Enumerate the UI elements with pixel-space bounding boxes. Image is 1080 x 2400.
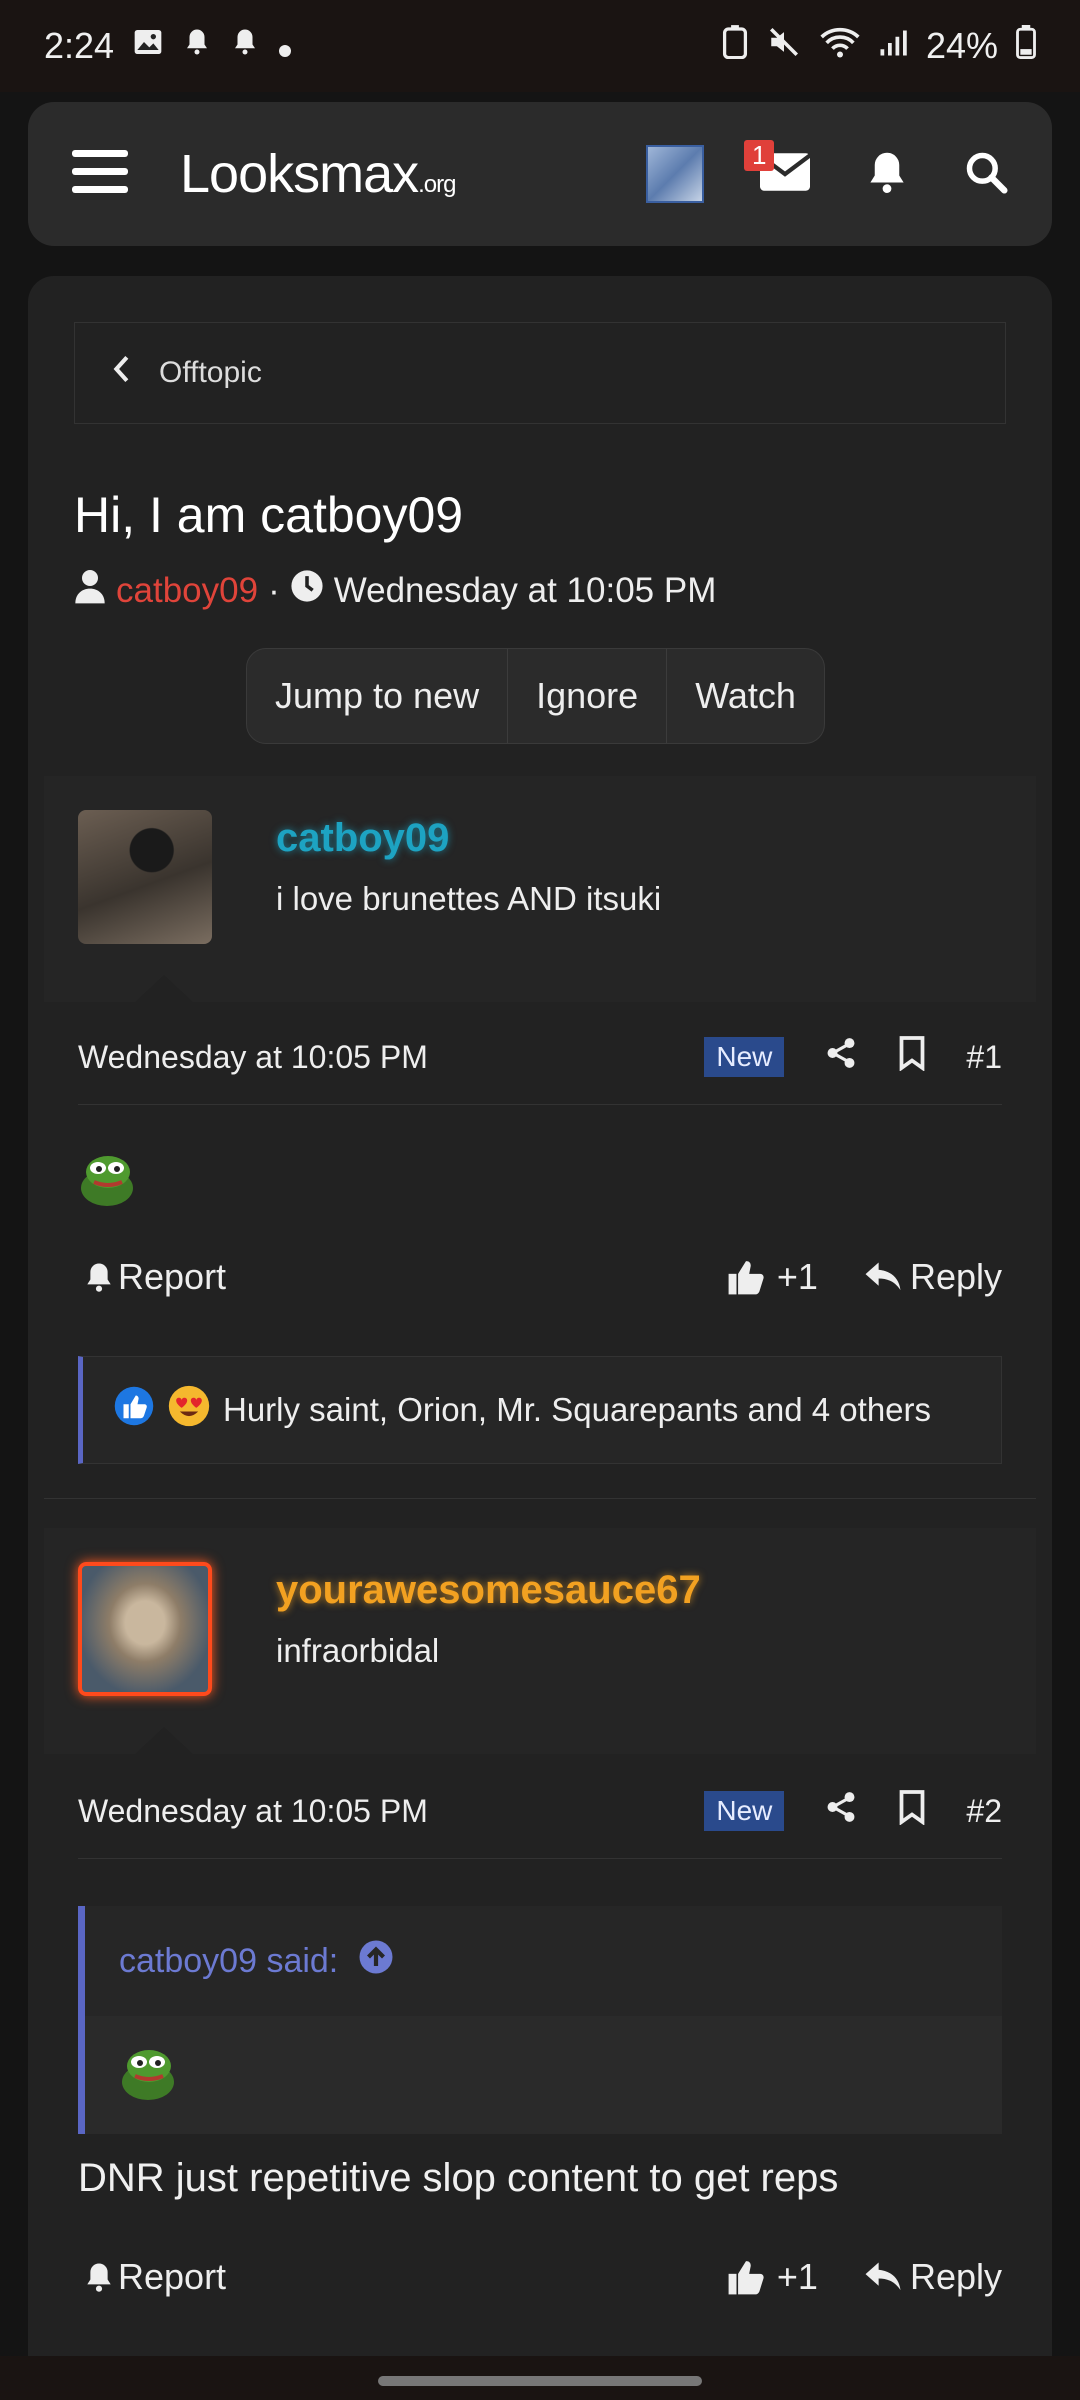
post-1-info-bar: Wednesday at 10:05 PM New #1 (78, 1010, 1002, 1105)
share-icon[interactable] (824, 1789, 858, 1833)
envelope-icon (758, 152, 812, 196)
post-1-reactions-bar[interactable]: Hurly saint, Orion, Mr. Squarepants and … (78, 1356, 1002, 1464)
report-label: Report (118, 1256, 227, 1297)
battery-percent: 24% (925, 25, 998, 66)
quote-pepe-emoji (119, 2046, 177, 2105)
post-1-username[interactable]: catboy09 (276, 816, 449, 861)
post-2-body-text: DNR just repetitive slop content to get … (78, 2156, 839, 2200)
thread-action-buttons: Jump to new Ignore Watch (246, 648, 825, 744)
post-2-quote-block: catboy09 said: (78, 1906, 1002, 2134)
post-1-avatar[interactable] (78, 810, 212, 944)
like-reaction-icon (113, 1385, 155, 1435)
post-1-reply-button[interactable]: Reply (864, 1256, 1002, 1298)
meta-separator: · (268, 570, 280, 610)
post-2-report-button[interactable]: Report (84, 2256, 226, 2298)
status-time: 2:24 (44, 25, 115, 66)
post-1-actions: Report +1 Reply (84, 1256, 1002, 1298)
post-1-user-panel: catboy09 i love brunettes AND itsuki (44, 776, 1036, 1003)
post-2-reply-button[interactable]: Reply (864, 2256, 1002, 2298)
thread-meta: catboy09 · Wednesday at 10:05 PM (74, 568, 716, 613)
post-1-number[interactable]: #1 (966, 1039, 1002, 1076)
alerts-bell-icon[interactable] (866, 149, 908, 200)
inbox-badge: 1 (744, 139, 775, 171)
quote-body (85, 2016, 1002, 2134)
bell-notification-icon (182, 25, 212, 67)
arrow-up-circle-icon[interactable] (358, 1939, 394, 1984)
logo-suffix: .org (418, 171, 456, 198)
inbox-button[interactable]: 1 (744, 139, 812, 197)
site-logo[interactable]: Looksmax.org (180, 143, 456, 205)
quote-header[interactable]: catboy09 said: (85, 1906, 1002, 2016)
bookmark-icon[interactable] (898, 1789, 926, 1833)
post-2-number[interactable]: #2 (966, 1793, 1002, 1830)
post-1-pepe-emoji (78, 1152, 136, 1211)
post-2-info-bar: Wednesday at 10:05 PM New #2 (78, 1764, 1002, 1859)
post-1-date[interactable]: Wednesday at 10:05 PM (78, 1039, 428, 1076)
reactions-text: Hurly saint, Orion, Mr. Squarepants and … (223, 1391, 932, 1428)
post-1-new-badge: New (704, 1037, 785, 1077)
user-avatar[interactable] (646, 145, 704, 203)
post-1-report-button[interactable]: Report (84, 1256, 226, 1298)
panel-notch (134, 975, 194, 1003)
reply-arrow-icon (865, 1262, 901, 1291)
report-label: Report (118, 2256, 227, 2297)
thread-title: Hi, I am catboy09 (74, 487, 464, 543)
dot-icon (278, 25, 292, 67)
watch-button[interactable]: Watch (667, 649, 824, 743)
post-1-user-title: i love brunettes AND itsuki (276, 880, 662, 917)
reply-arrow-icon (865, 2262, 901, 2291)
home-indicator[interactable] (378, 2376, 702, 2386)
post-2-like-button[interactable]: +1 (727, 2256, 818, 2298)
search-icon[interactable] (964, 150, 1008, 199)
post-2-date[interactable]: Wednesday at 10:05 PM (78, 1793, 428, 1830)
post-2-user-title: infraorbidal (276, 1632, 440, 1669)
love-eyes-reaction-icon (167, 1384, 211, 1436)
bookmark-icon[interactable] (898, 1035, 926, 1079)
ignore-button[interactable]: Ignore (508, 649, 668, 743)
panel-notch (134, 1727, 194, 1755)
thread-author-link[interactable]: catboy09 (116, 571, 258, 611)
report-bell-icon (87, 2263, 111, 2292)
share-icon[interactable] (824, 1035, 858, 1079)
post-2-actions: Report +1 Reply (84, 2256, 1002, 2298)
site-header: Looksmax.org 1 (28, 102, 1052, 246)
reply-label: Reply (909, 2256, 1002, 2297)
battery-saver-icon (722, 24, 748, 68)
post-2-avatar[interactable] (78, 1562, 212, 1696)
thumbs-up-icon (728, 2261, 764, 2295)
wifi-icon (820, 25, 860, 68)
mute-icon (766, 25, 802, 68)
gesture-nav-bar (0, 2356, 1080, 2400)
post-2-username[interactable]: yourawesomesauce67 (276, 1568, 701, 1613)
breadcrumb-label: Offtopic (159, 356, 262, 389)
battery-icon (1016, 24, 1036, 68)
user-icon (74, 568, 106, 613)
chevron-left-icon (111, 355, 131, 391)
report-bell-icon (87, 1263, 111, 1292)
post-2-new-badge: New (704, 1791, 785, 1831)
reply-label: Reply (909, 1256, 1002, 1297)
bell-notification-icon-2 (230, 25, 260, 67)
post-2-user-panel: yourawesomesauce67 infraorbidal (44, 1528, 1036, 1755)
like-count: +1 (776, 2256, 818, 2297)
hamburger-menu-icon[interactable] (72, 148, 128, 201)
post-1-like-button[interactable]: +1 (727, 1256, 818, 1298)
thumbs-up-icon (728, 1261, 764, 1295)
like-count: +1 (776, 1256, 818, 1297)
signal-icon (878, 25, 908, 67)
jump-to-new-button[interactable]: Jump to new (247, 649, 509, 743)
gallery-notification-icon (132, 25, 164, 67)
quote-author: catboy09 said: (119, 1941, 339, 1980)
thread-container: Offtopic Hi, I am catboy09 catboy09 · We… (28, 276, 1052, 2400)
breadcrumb[interactable]: Offtopic (74, 322, 1006, 424)
logo-text: Looksmax (180, 144, 419, 204)
status-bar: 2:24 24% (0, 0, 1080, 92)
thread-date[interactable]: Wednesday at 10:05 PM (334, 571, 717, 611)
post-divider (44, 1498, 1036, 1499)
clock-icon (290, 569, 324, 612)
